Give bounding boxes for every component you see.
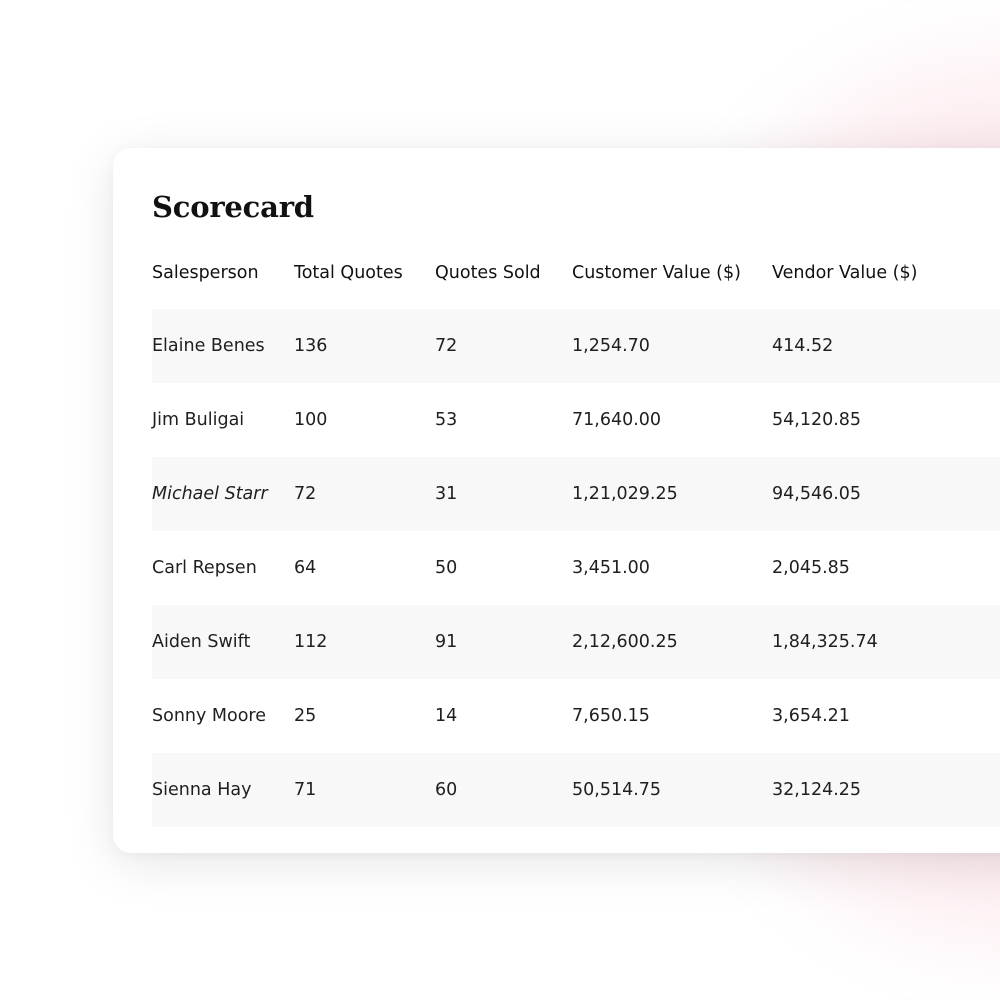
column-header-quotes-sold[interactable]: Quotes Sold (435, 237, 572, 309)
cell-customer-value: 2,12,600.25 (572, 605, 772, 679)
cell-customer-value: 7,650.15 (572, 706, 650, 726)
page-background: Scorecard Salesperson Total Quotes Quote… (0, 0, 1000, 1000)
cell-vendor-value: 3,654.21 (772, 706, 850, 726)
cell-quotes-sold: 60 (435, 753, 572, 827)
cell-customer-value: 71,640.00 (572, 410, 662, 430)
header-row: Salesperson Total Quotes Quotes Sold Cus… (152, 237, 1000, 309)
cell-vendor-value: 1,84,325.74 (772, 605, 1000, 679)
cell-salesperson: Jim Buligai (152, 410, 245, 430)
cell-vendor-value: 2,045.85 (772, 558, 850, 578)
table-row[interactable]: Aiden Swift 112 91 2,12,600.25 1,84,325.… (152, 605, 1000, 679)
cell-salesperson: Carl Repsen (152, 558, 257, 578)
table-row[interactable]: Elaine Benes 136 72 1,254.70 414.52 (152, 309, 1000, 383)
cell-quotes-sold: 72 (435, 309, 572, 383)
cell-vendor-value: 54,120.85 (772, 410, 862, 430)
table-body: Elaine Benes 136 72 1,254.70 414.52 Jim … (152, 309, 1000, 827)
cell-customer-value: 1,21,029.25 (572, 457, 772, 531)
cell-total-quotes: 25 (294, 706, 317, 726)
cell-vendor-value: 32,124.25 (772, 753, 1000, 827)
cell-total-quotes: 112 (294, 605, 435, 679)
cell-total-quotes: 72 (294, 457, 435, 531)
cell-quotes-sold: 31 (435, 457, 572, 531)
cell-salesperson: Michael Starr (152, 457, 294, 531)
column-header-total-quotes[interactable]: Total Quotes (294, 237, 435, 309)
cell-salesperson: Elaine Benes (152, 309, 294, 383)
cell-quotes-sold: 53 (435, 410, 458, 430)
column-header-customer-value[interactable]: Customer Value ($) (572, 237, 772, 309)
cell-salesperson: Sienna Hay (152, 753, 294, 827)
cell-total-quotes: 136 (294, 309, 435, 383)
cell-quotes-sold: 50 (435, 558, 458, 578)
cell-vendor-value: 94,546.05 (772, 457, 1000, 531)
cell-vendor-value: 414.52 (772, 309, 1000, 383)
cell-customer-value: 1,254.70 (572, 309, 772, 383)
cell-salesperson: Sonny Moore (152, 706, 267, 726)
column-header-vendor-value[interactable]: Vendor Value ($) (772, 237, 1000, 309)
cell-customer-value: 50,514.75 (572, 753, 772, 827)
cell-total-quotes: 100 (294, 410, 328, 430)
table-row[interactable]: Sienna Hay 71 60 50,514.75 32,124.25 (152, 753, 1000, 827)
cell-salesperson: Aiden Swift (152, 605, 294, 679)
column-header-salesperson[interactable]: Salesperson (152, 237, 294, 309)
cell-quotes-sold: 14 (435, 706, 458, 726)
card-title: Scorecard (152, 190, 314, 224)
table-row[interactable]: Sonny Moore 25 14 7,650.15 3,654.21 (152, 679, 1000, 753)
cell-total-quotes: 64 (294, 558, 317, 578)
table-row[interactable]: Carl Repsen 64 50 3,451.00 2,045.85 (152, 531, 1000, 605)
table-header: Salesperson Total Quotes Quotes Sold Cus… (152, 237, 1000, 309)
scorecard-card: Scorecard Salesperson Total Quotes Quote… (113, 148, 1000, 853)
cell-total-quotes: 71 (294, 753, 435, 827)
table-row[interactable]: Michael Starr 72 31 1,21,029.25 94,546.0… (152, 457, 1000, 531)
cell-customer-value: 3,451.00 (572, 558, 650, 578)
table-row[interactable]: Jim Buligai 100 53 71,640.00 54,120.85 (152, 383, 1000, 457)
cell-quotes-sold: 91 (435, 605, 572, 679)
scorecard-table: Salesperson Total Quotes Quotes Sold Cus… (152, 237, 1000, 827)
